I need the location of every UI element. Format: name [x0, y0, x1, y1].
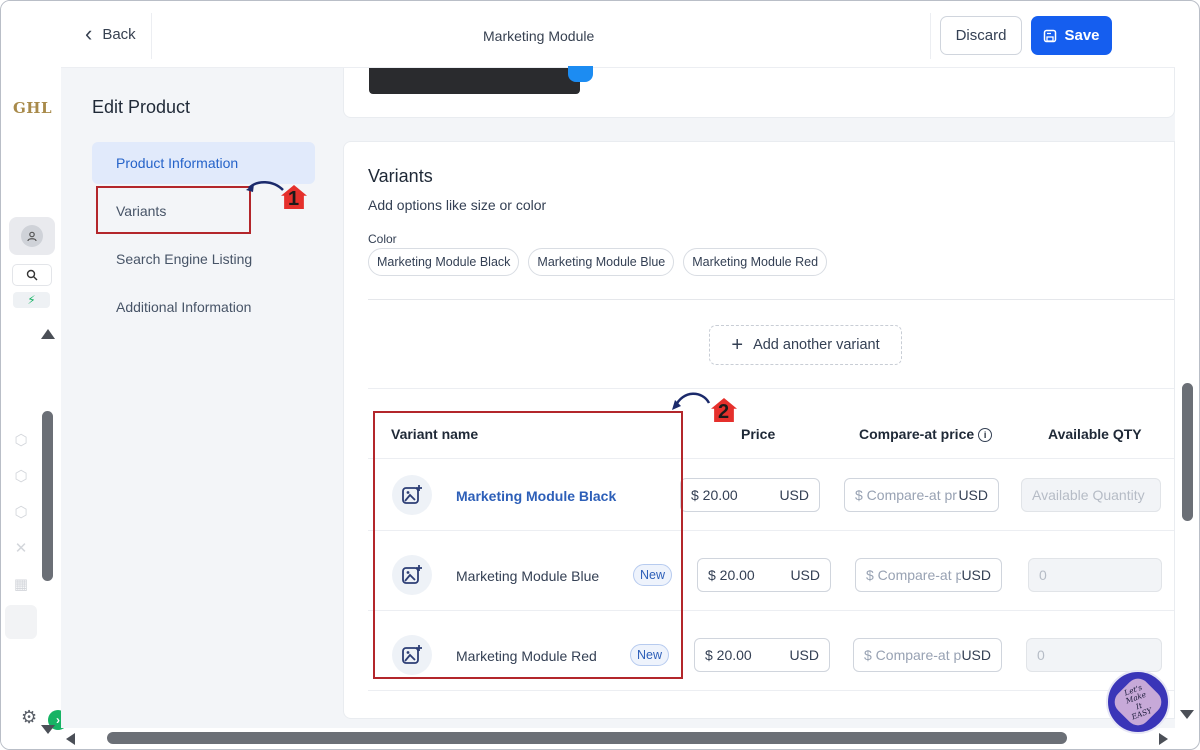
- variants-card: Variants Add options like size or color …: [343, 141, 1175, 719]
- currency-label: USD: [790, 567, 820, 583]
- scroll-right-arrow[interactable]: [1159, 733, 1168, 745]
- back-button[interactable]: ‹ Back: [85, 23, 136, 45]
- heart-icon: Let's Make It EASY: [1109, 673, 1167, 731]
- divider: [930, 13, 931, 59]
- chevron-left-icon: ‹: [85, 21, 93, 46]
- currency-label: USD: [779, 487, 809, 503]
- product-image-thumbnail[interactable]: [369, 66, 593, 94]
- quantity-placeholder: Available Quantity: [1032, 487, 1145, 503]
- column-header-price: Price: [741, 426, 776, 442]
- save-button[interactable]: Save: [1031, 16, 1112, 55]
- quantity-input[interactable]: Available Quantity: [1021, 478, 1161, 512]
- cube-icon[interactable]: ⬡: [11, 431, 31, 451]
- annotation-box-2: [373, 411, 683, 679]
- horizontal-scrollbar[interactable]: [107, 732, 1067, 744]
- divider: [368, 388, 1174, 389]
- price-value: $ 20.00: [705, 647, 752, 663]
- top-bar: ‹ Back Marketing Module Discard Save: [61, 1, 1175, 68]
- rail-scrollbar[interactable]: [42, 411, 53, 581]
- quantity-input[interactable]: 0: [1026, 638, 1162, 672]
- rail-scroll-down-arrow[interactable]: [41, 725, 55, 734]
- discard-button[interactable]: Discard: [940, 16, 1022, 55]
- price-input[interactable]: $ 20.00 USD: [697, 558, 831, 592]
- scroll-down-arrow[interactable]: [1180, 710, 1194, 719]
- price-value: $ 20.00: [708, 567, 755, 583]
- quantity-value: 0: [1037, 647, 1045, 663]
- user-icon: [21, 225, 43, 247]
- product-nav: Edit Product Product Information Variant…: [61, 68, 343, 728]
- cube-icon[interactable]: ⬡: [11, 503, 31, 523]
- option-label: Color: [368, 232, 397, 246]
- scroll-left-arrow[interactable]: [66, 733, 75, 745]
- save-icon: [1044, 29, 1057, 42]
- nav-item-label: Additional Information: [116, 299, 252, 315]
- gear-icon[interactable]: ⚙: [21, 707, 37, 728]
- option-chip[interactable]: Marketing Module Black: [368, 248, 520, 276]
- compare-price-input[interactable]: $ Compare-at p USD: [853, 638, 1002, 672]
- compare-price-input[interactable]: $ Compare-at pr USD: [844, 478, 999, 512]
- media-card: [343, 66, 1175, 118]
- annotation-number-2: 2: [718, 401, 730, 423]
- bolt-icon[interactable]: ⚡: [13, 292, 50, 308]
- option-chip[interactable]: Marketing Module Red: [683, 248, 828, 276]
- save-label: Save: [1064, 27, 1100, 44]
- currency-label: USD: [961, 567, 991, 583]
- verified-icon: [568, 66, 593, 82]
- rail-scroll-up-arrow[interactable]: [41, 329, 55, 339]
- compare-price-input[interactable]: $ Compare-at p USD: [855, 558, 1002, 592]
- annotation-arrow-2: [672, 392, 711, 410]
- app-window: GHL ⚡ ⬡ ⬡ ⬡ ✕ ▦ ⚙ › ‹ Back Marketing Mod…: [0, 0, 1200, 750]
- column-header-compare: Compare-at price i: [859, 426, 993, 443]
- currency-label: USD: [961, 647, 991, 663]
- user-avatar-button[interactable]: [9, 217, 55, 255]
- cube-icon[interactable]: ⬡: [11, 467, 31, 487]
- column-header-compare-label: Compare-at price: [859, 426, 975, 442]
- price-value: $ 20.00: [691, 487, 738, 503]
- rail-search-button[interactable]: [12, 264, 52, 286]
- nav-item-label: Search Engine Listing: [116, 251, 253, 267]
- left-rail: GHL ⚡ ⬡ ⬡ ⬡ ✕ ▦ ⚙ ›: [1, 1, 68, 749]
- option-chip[interactable]: Marketing Module Blue: [528, 248, 675, 276]
- plus-icon: +: [731, 334, 744, 356]
- nav-item-additional-information[interactable]: Additional Information: [92, 286, 315, 328]
- compare-placeholder: $ Compare-at p: [864, 647, 962, 663]
- annotation-number-1: 1: [288, 188, 300, 210]
- column-header-qty: Available QTY: [1048, 426, 1142, 442]
- nav-title: Edit Product: [92, 97, 191, 117]
- option-chips: Marketing Module Black Marketing Module …: [368, 248, 828, 276]
- quantity-value: 0: [1039, 567, 1047, 583]
- annotation-arrow-1: [246, 181, 284, 192]
- add-variant-button[interactable]: + Add another variant: [709, 325, 902, 365]
- chart-icon[interactable]: ▦: [11, 575, 31, 595]
- back-label: Back: [102, 25, 136, 43]
- compare-placeholder: $ Compare-at pr: [855, 487, 957, 503]
- currency-label: USD: [958, 487, 988, 503]
- page-title: Marketing Module: [483, 28, 595, 44]
- variants-subtitle: Add options like size or color: [368, 197, 547, 213]
- nav-item-label: Product Information: [116, 155, 239, 171]
- add-variant-label: Add another variant: [753, 337, 880, 353]
- divider: [368, 299, 1174, 300]
- rail-item[interactable]: [5, 605, 37, 639]
- vertical-scrollbar[interactable]: [1182, 383, 1193, 521]
- watermark-badge: Let's Make It EASY: [1106, 670, 1170, 734]
- divider: [151, 13, 152, 59]
- info-icon[interactable]: i: [978, 428, 993, 443]
- price-input[interactable]: $ 20.00 USD: [680, 478, 820, 512]
- annotation-box-1: [96, 186, 251, 234]
- tools-icon[interactable]: ✕: [11, 539, 31, 559]
- main-content: Variants Add options like size or color …: [343, 66, 1175, 728]
- quantity-input[interactable]: 0: [1028, 558, 1162, 592]
- nav-item-search-engine-listing[interactable]: Search Engine Listing: [92, 238, 315, 280]
- logo: GHL: [13, 99, 53, 117]
- price-input[interactable]: $ 20.00 USD: [694, 638, 830, 672]
- currency-label: USD: [789, 647, 819, 663]
- search-icon: [26, 269, 38, 281]
- divider: [368, 690, 1174, 691]
- compare-placeholder: $ Compare-at p: [866, 567, 962, 583]
- variants-title: Variants: [368, 166, 433, 186]
